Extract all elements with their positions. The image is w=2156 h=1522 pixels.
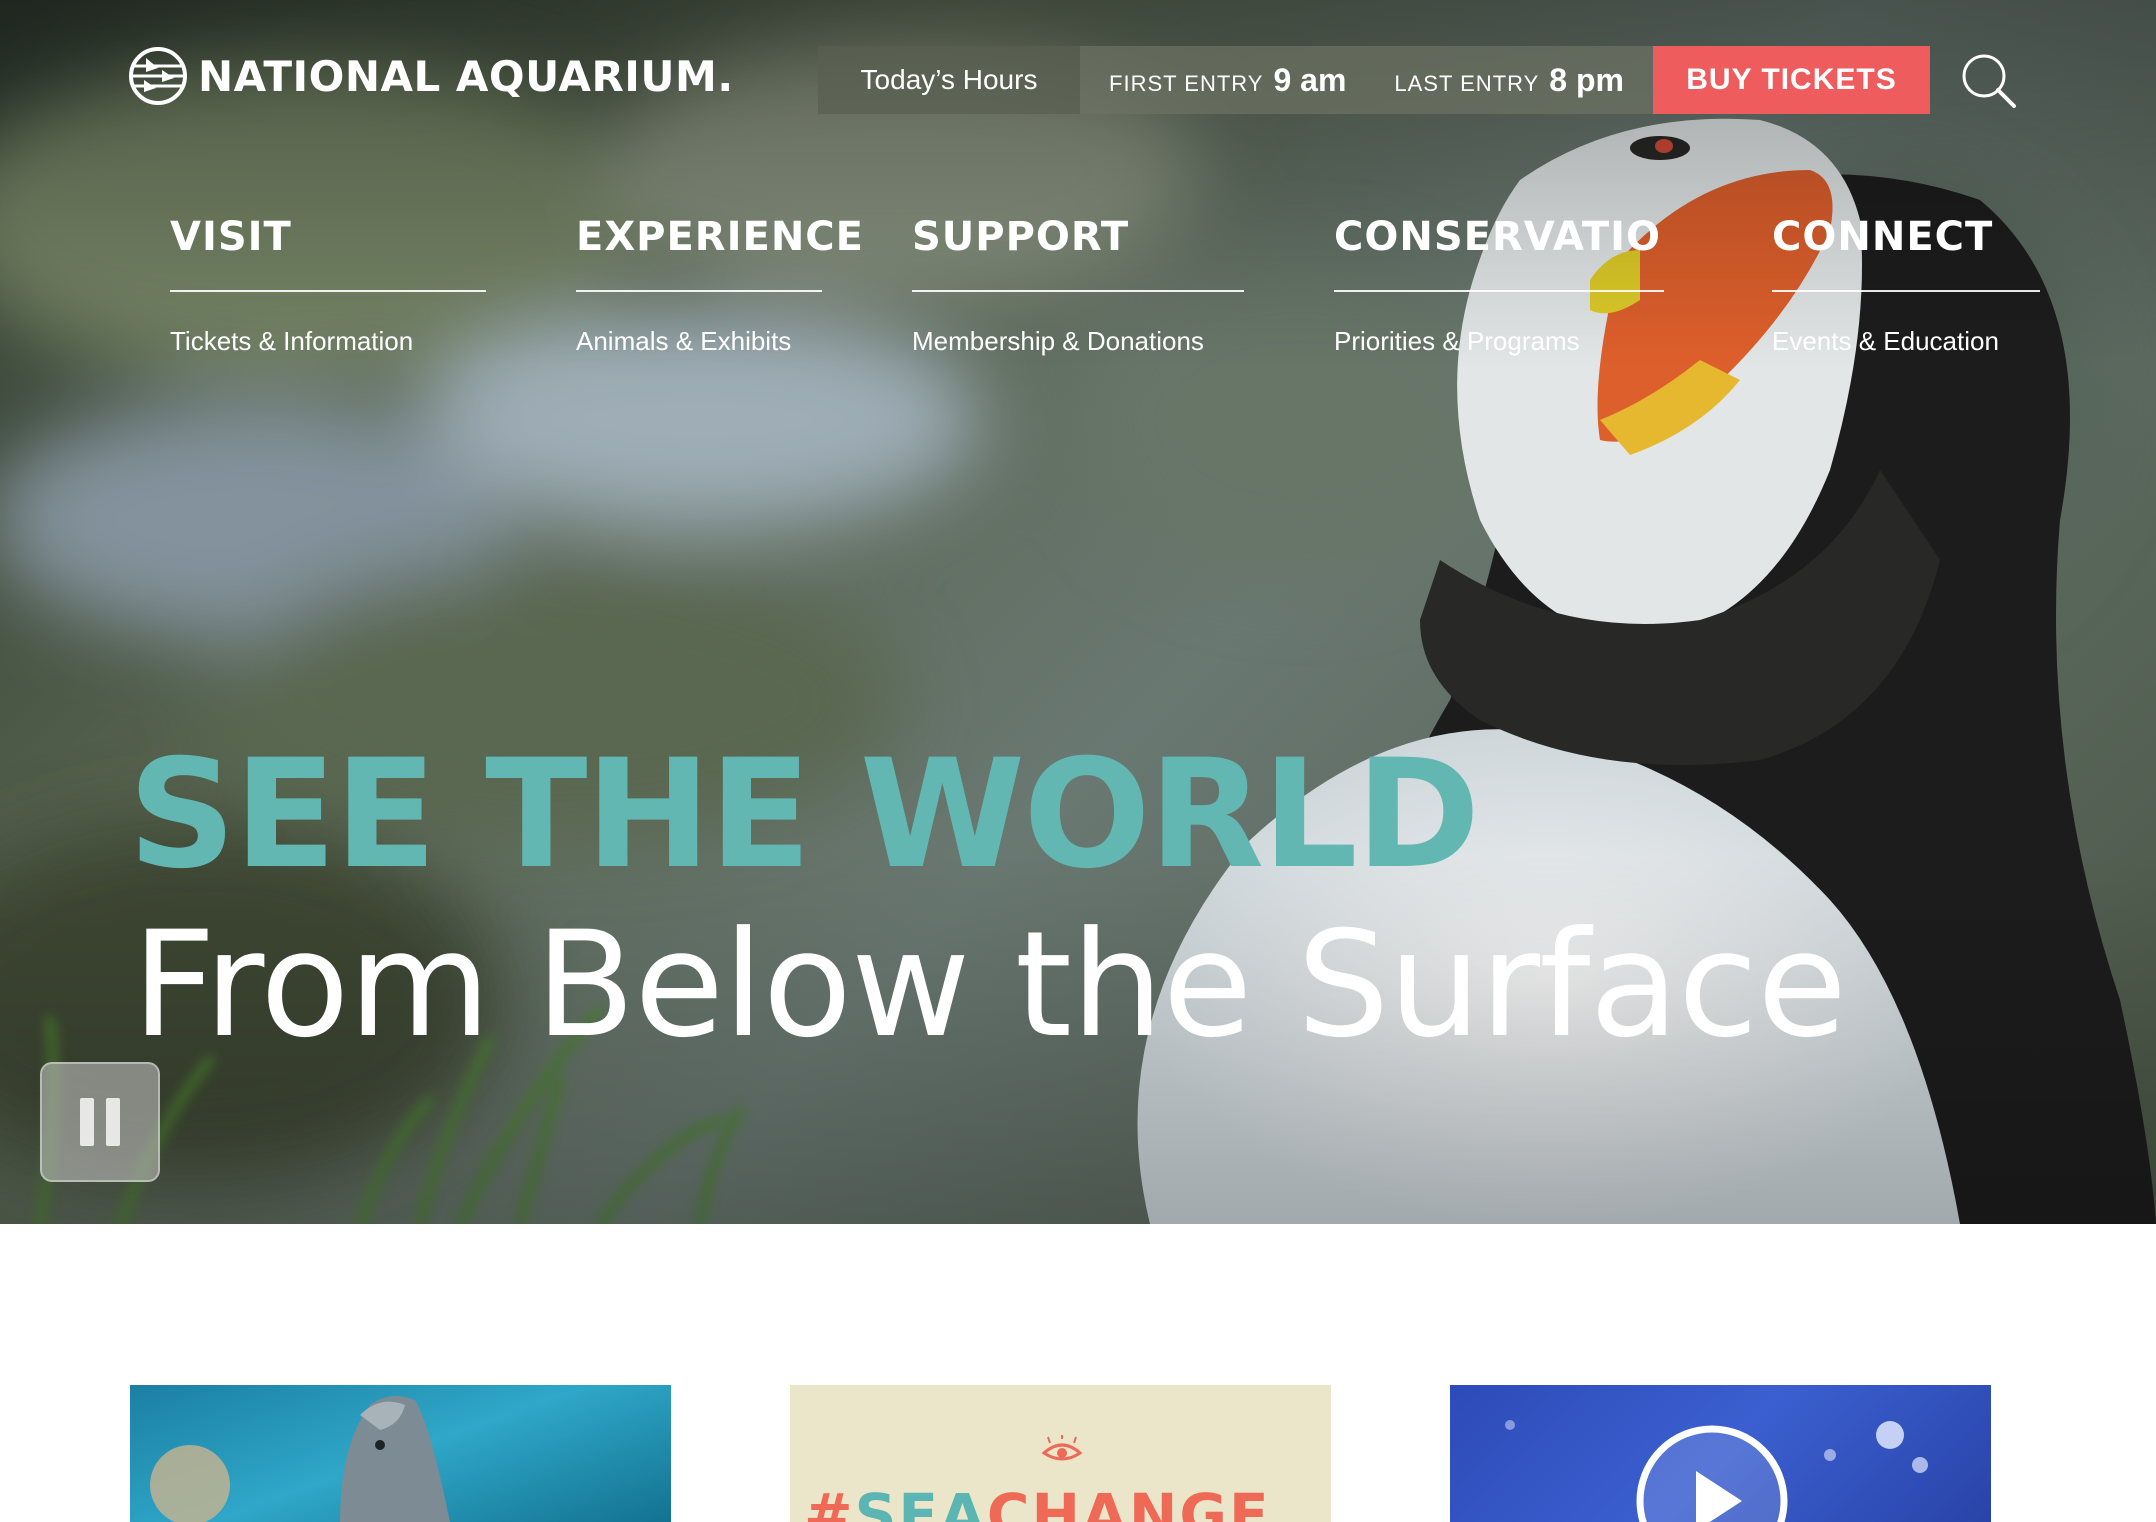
dolphin-image (150, 1396, 450, 1522)
todays-hours-label[interactable]: Today’s Hours (818, 46, 1080, 114)
seachange-wordmark: #SEACHANGE (804, 1481, 1271, 1522)
last-entry-label: LAST ENTRY (1394, 70, 1540, 96)
nav-visit: VISIT Tickets & Information (170, 214, 486, 357)
first-entry-time: 9 am (1273, 61, 1347, 98)
nav-experience: EXPERIENCE Animals & Exhibits (576, 214, 863, 357)
nav-heading-conservation[interactable]: CONSERVATION (1334, 214, 1664, 292)
pause-video-button[interactable] (40, 1062, 160, 1182)
play-icon[interactable] (1634, 1423, 1790, 1522)
seachange-change: CHANGE (986, 1481, 1271, 1522)
nav-link-membership-donations[interactable]: Membership & Donations (912, 326, 1244, 357)
site-logo[interactable]: NATIONAL AQUARIUM. (128, 46, 734, 106)
nav-heading-visit[interactable]: VISIT (170, 214, 486, 292)
hero-headline: SEE THE WORLD (128, 728, 1480, 902)
nav-heading-connect[interactable]: CONNECT (1772, 214, 2040, 292)
last-entry-time: 8 pm (1549, 61, 1624, 98)
nav-heading-support[interactable]: SUPPORT (912, 214, 1244, 292)
seachange-sea: SEA (854, 1481, 987, 1522)
pause-icon-bar (106, 1098, 120, 1146)
feature-card-video[interactable] (1450, 1385, 1991, 1522)
nav-link-tickets-information[interactable]: Tickets & Information (170, 326, 486, 357)
buy-tickets-button[interactable]: BUY TICKETS (1653, 46, 1930, 114)
pause-icon (80, 1098, 94, 1146)
hours-bar: Today’s Hours FIRST ENTRY 9 am LAST ENTR… (818, 46, 1930, 114)
nav-conservation: CONSERVATION Priorities & Programs (1334, 214, 1664, 357)
feature-card-seachange[interactable]: #SEACHANGE (790, 1385, 1331, 1522)
nav-link-animals-exhibits[interactable]: Animals & Exhibits (576, 326, 822, 357)
nav-connect: CONNECT Events & Education (1772, 214, 2040, 357)
entry-times: FIRST ENTRY 9 am LAST ENTRY 8 pm (1080, 46, 1653, 114)
globe-fish-logo-icon (129, 47, 187, 105)
first-entry-label: FIRST ENTRY (1109, 70, 1264, 96)
nav-support: SUPPORT Membership & Donations (912, 214, 1244, 357)
feature-card-dolphin[interactable] (130, 1385, 671, 1522)
eye-icon (1041, 1435, 1083, 1461)
last-entry: LAST ENTRY 8 pm (1394, 62, 1624, 99)
nav-link-priorities-programs[interactable]: Priorities & Programs (1334, 326, 1664, 357)
first-entry: FIRST ENTRY 9 am (1109, 62, 1346, 99)
brand-name: NATIONAL AQUARIUM. (198, 51, 734, 101)
search-icon[interactable] (1958, 50, 2020, 112)
hero-banner: NATIONAL AQUARIUM. Today’s Hours FIRST E… (0, 0, 2156, 1224)
nav-link-events-education[interactable]: Events & Education (1772, 326, 2040, 357)
nav-heading-experience[interactable]: EXPERIENCE (576, 214, 863, 292)
seachange-hash: # (804, 1481, 855, 1522)
hero-subheadline: From Below the Surface (132, 900, 1847, 1070)
